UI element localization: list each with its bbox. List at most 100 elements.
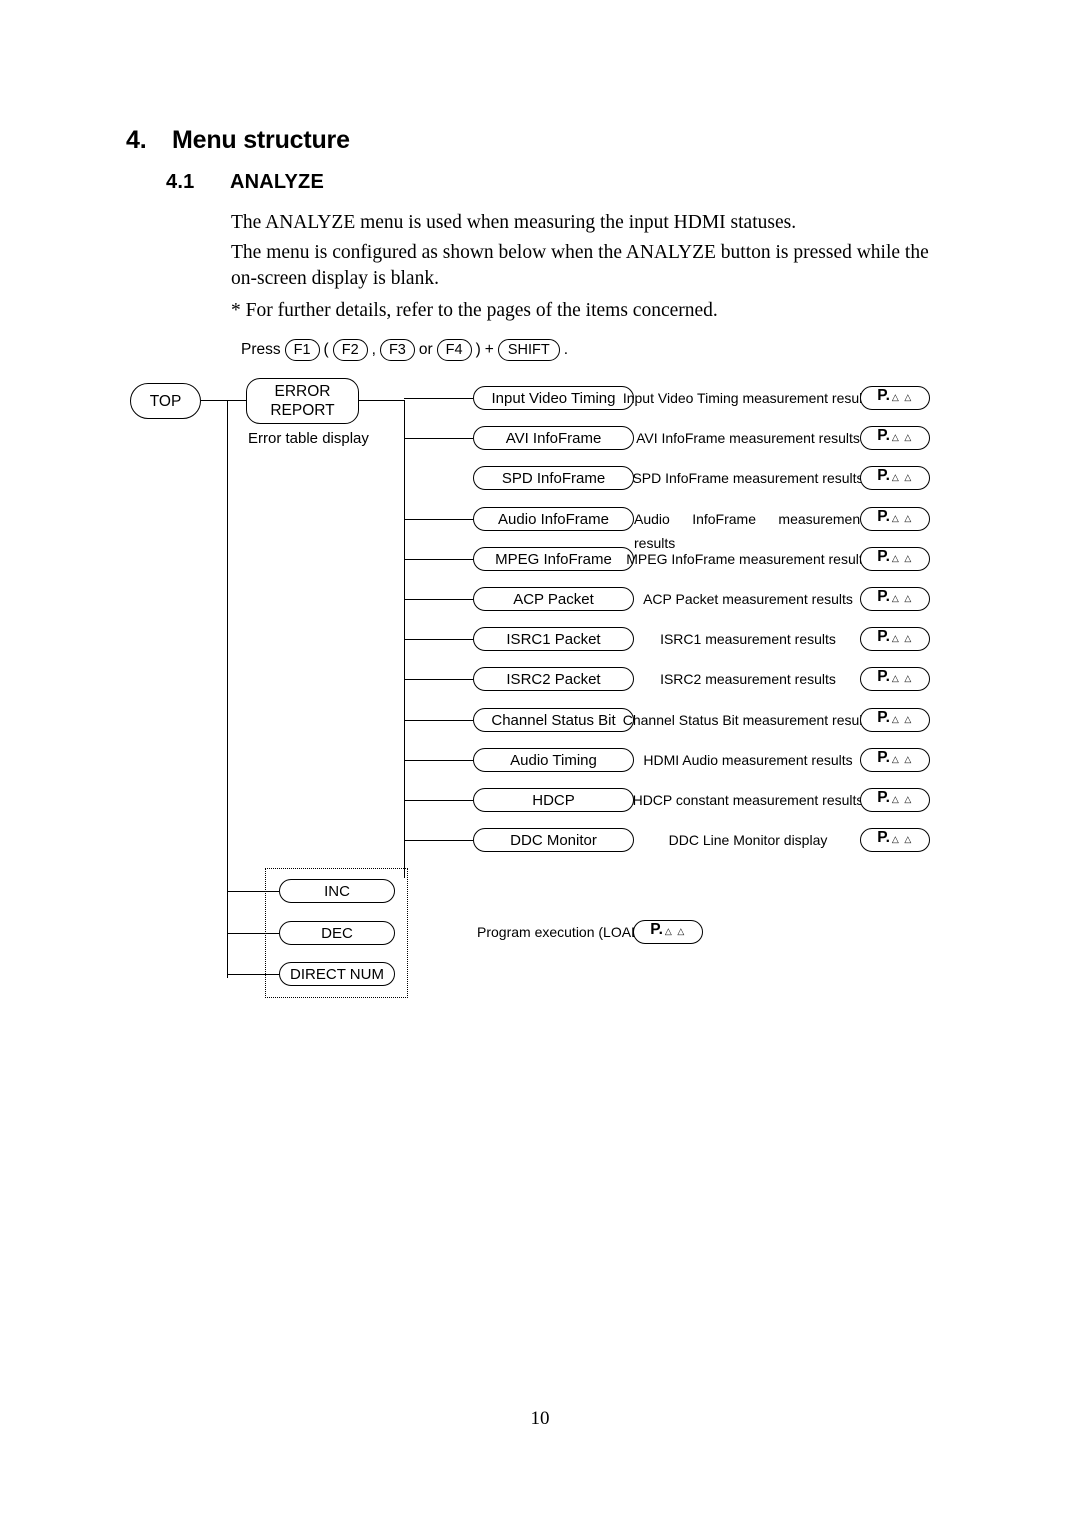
page-reference-badge[interactable]: P. △ △ bbox=[860, 547, 930, 571]
menu-item-description: Channel Status Bit measurement results bbox=[622, 712, 874, 728]
page-reference-badge[interactable]: P. △ △ bbox=[860, 748, 930, 772]
page-ref-triangles: △ △ bbox=[891, 754, 913, 764]
connector-item bbox=[404, 599, 473, 601]
menu-item-description: ISRC2 measurement results bbox=[660, 671, 836, 687]
connector-item bbox=[404, 679, 473, 681]
page-number: 10 bbox=[530, 1408, 550, 1429]
menu-item-description: HDCP constant measurement results bbox=[632, 792, 864, 808]
page-reference-badge[interactable]: P. △ △ bbox=[860, 587, 930, 611]
connector-item bbox=[404, 840, 473, 842]
page-reference-badge[interactable]: P. △ △ bbox=[860, 708, 930, 732]
page-reference-badge[interactable]: P. △ △ bbox=[860, 627, 930, 651]
grouped-menu-item-node[interactable]: DEC bbox=[279, 921, 395, 945]
grouped-menu-item-label: DEC bbox=[321, 924, 353, 942]
connector-item bbox=[404, 639, 473, 641]
page-ref-prefix: P. bbox=[877, 829, 890, 846]
menu-item-label: Audio InfoFrame bbox=[498, 510, 609, 528]
page-ref-prefix: P. bbox=[877, 588, 890, 605]
connector-item bbox=[404, 519, 473, 521]
page-ref-triangles: △ △ bbox=[891, 633, 913, 643]
menu-item-label: ISRC1 Packet bbox=[506, 630, 601, 648]
page-ref-prefix: P. bbox=[877, 548, 890, 565]
connector-item bbox=[404, 398, 473, 400]
menu-item-label: Input Video Timing bbox=[491, 389, 616, 407]
menu-item-description: ISRC1 measurement results bbox=[660, 631, 836, 647]
connector-item bbox=[404, 760, 473, 762]
menu-item-node[interactable]: HDCP bbox=[473, 788, 634, 812]
grouped-menu-item-node[interactable]: DIRECT NUM bbox=[279, 962, 395, 986]
menu-item-node[interactable]: DDC Monitor bbox=[473, 828, 634, 852]
page-ref-triangles: △ △ bbox=[891, 794, 913, 804]
menu-item-description: AVI InfoFrame measurement results bbox=[636, 430, 860, 446]
node-error-report-label: ERROR REPORT bbox=[270, 383, 335, 419]
caption-error-table-display: Error table display bbox=[248, 430, 369, 447]
menu-item-description: HDMI Audio measurement results bbox=[643, 752, 853, 768]
program-execution-label: Program execution (LOAD) bbox=[477, 924, 646, 940]
menu-item-node[interactable]: SPD InfoFrame bbox=[473, 466, 634, 490]
menu-item-node[interactable]: ISRC1 Packet bbox=[473, 627, 634, 651]
menu-item-node[interactable]: Input Video Timing bbox=[473, 386, 634, 410]
connector-grouped-item bbox=[227, 933, 279, 935]
page-ref-triangles: △ △ bbox=[891, 673, 913, 683]
node-top[interactable]: TOP bbox=[130, 383, 201, 419]
page-reference-badge[interactable]: P. △ △ bbox=[860, 788, 930, 812]
menu-item-label: Audio Timing bbox=[510, 751, 597, 769]
page-ref-triangles: △ △ bbox=[891, 472, 913, 482]
menu-item-node[interactable]: Audio InfoFrame bbox=[473, 507, 634, 531]
menu-item-label: MPEG InfoFrame bbox=[495, 550, 612, 568]
page-reference-badge[interactable]: P. △ △ bbox=[860, 667, 930, 691]
menu-item-node[interactable]: Channel Status Bit bbox=[473, 708, 634, 732]
grouped-menu-item-label: DIRECT NUM bbox=[290, 965, 384, 983]
page-ref-prefix: P. bbox=[877, 709, 890, 726]
page-reference-badge[interactable]: P. △ △ bbox=[860, 386, 930, 410]
page-ref-triangles: △ △ bbox=[664, 926, 686, 936]
menu-item-label: AVI InfoFrame bbox=[505, 429, 602, 447]
page-ref-triangles: △ △ bbox=[891, 714, 913, 724]
menu-item-description: DDC Line Monitor display bbox=[668, 832, 828, 848]
page-ref-triangles: △ △ bbox=[891, 513, 913, 523]
connector-top-to-branch bbox=[201, 400, 246, 402]
menu-item-label: ACP Packet bbox=[513, 590, 594, 608]
menu-item-description: MPEG InfoFrame measurement results bbox=[626, 551, 870, 567]
menu-item-node[interactable]: MPEG InfoFrame bbox=[473, 547, 634, 571]
connector-item bbox=[404, 720, 473, 722]
document-page: 4. Menu structure 4.1 ANALYZE The ANALYZE … bbox=[0, 0, 1080, 1528]
page-ref-prefix: P. bbox=[877, 508, 890, 525]
page-ref-triangles: △ △ bbox=[891, 834, 913, 844]
node-top-label: TOP bbox=[149, 392, 182, 410]
grouped-menu-item-node[interactable]: INC bbox=[279, 879, 395, 903]
menu-item-node[interactable]: AVI InfoFrame bbox=[473, 426, 634, 450]
program-execution-page-ref[interactable]: P. △ △ bbox=[633, 920, 703, 944]
menu-item-description: Audio InfoFrame measurement results bbox=[634, 511, 864, 551]
menu-item-label: SPD InfoFrame bbox=[501, 469, 606, 487]
menu-item-label: HDCP bbox=[532, 791, 575, 809]
grouped-menu-item-label: INC bbox=[324, 882, 350, 900]
page-ref-triangles: △ △ bbox=[891, 392, 913, 402]
page-ref-prefix: P. bbox=[877, 668, 890, 685]
menu-item-description: SPD InfoFrame measurement results bbox=[632, 470, 864, 486]
page-ref-prefix: P. bbox=[877, 789, 890, 806]
page-reference-badge[interactable]: P. △ △ bbox=[860, 466, 930, 490]
menu-item-node[interactable]: Audio Timing bbox=[473, 748, 634, 772]
menu-item-label: DDC Monitor bbox=[510, 831, 597, 849]
menu-item-label: Channel Status Bit bbox=[491, 711, 616, 729]
connector-item bbox=[404, 800, 473, 802]
page-reference-badge[interactable]: P. △ △ bbox=[860, 828, 930, 852]
page-ref-triangles: △ △ bbox=[891, 432, 913, 442]
menu-item-description: Input Video Timing measurement results bbox=[622, 390, 874, 406]
connector-grouped-item bbox=[227, 974, 279, 976]
connector-grouped-item bbox=[227, 891, 279, 893]
page-ref-prefix: P. bbox=[877, 387, 890, 404]
menu-item-label: ISRC2 Packet bbox=[506, 670, 601, 688]
menu-item-node[interactable]: ACP Packet bbox=[473, 587, 634, 611]
connector-item bbox=[404, 559, 473, 561]
page-ref-triangles: △ △ bbox=[891, 593, 913, 603]
page-ref-prefix: P. bbox=[877, 749, 890, 766]
page-ref-prefix: P. bbox=[877, 628, 890, 645]
connector-branch-to-items-bus bbox=[359, 400, 405, 402]
menu-item-node[interactable]: ISRC2 Packet bbox=[473, 667, 634, 691]
page-reference-badge[interactable]: P. △ △ bbox=[860, 507, 930, 531]
connector-item bbox=[404, 438, 473, 440]
page-reference-badge[interactable]: P. △ △ bbox=[860, 426, 930, 450]
node-error-report[interactable]: ERROR REPORT bbox=[246, 378, 359, 424]
